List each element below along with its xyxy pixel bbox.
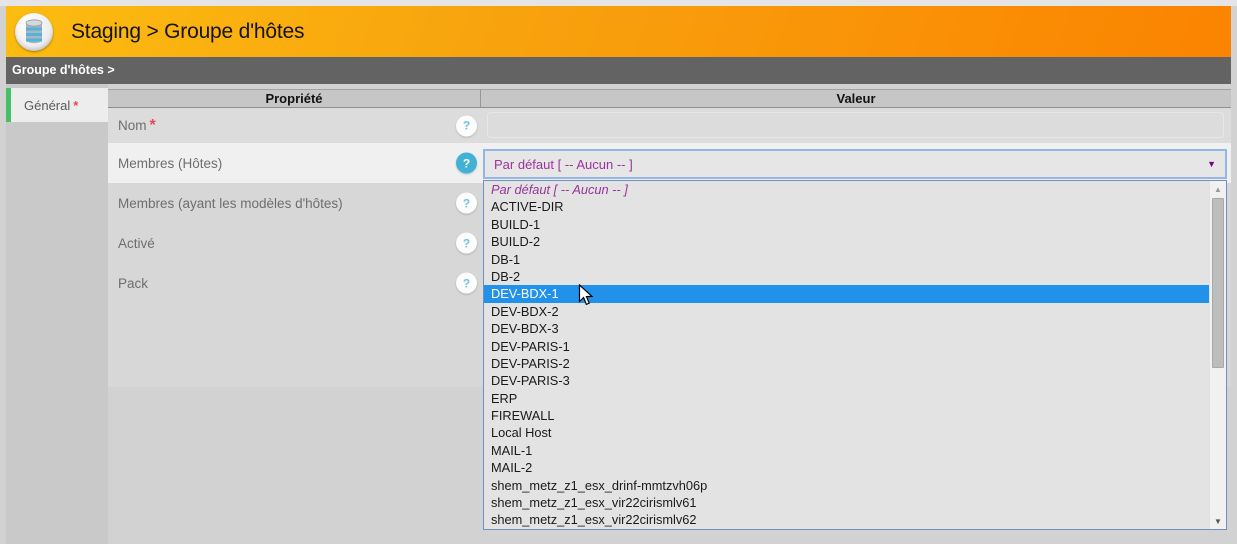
dropdown-option[interactable]: ACTIVE-DIR [484, 198, 1209, 215]
row-label-pack: Pack [118, 276, 148, 291]
scroll-up-icon[interactable]: ▲ [1210, 181, 1226, 197]
members-select-value: Par défaut [ -- Aucun -- ] [494, 157, 633, 172]
value-cell [481, 108, 1231, 143]
dropdown-scrollbar[interactable]: ▲ ▼ [1209, 181, 1226, 529]
tab-sidebar [6, 84, 108, 544]
dropdown-option[interactable]: shem_metz_z1_esx_vir22cirismlv62 [484, 511, 1209, 528]
breadcrumb[interactable]: Groupe d'hôtes > [6, 57, 1231, 84]
page-title: Staging > Groupe d'hôtes [71, 20, 304, 44]
row-label-active: Activé [118, 236, 155, 251]
property-cell: Membres (ayant les modèles d'hôtes) ? [108, 183, 481, 223]
tab-general[interactable]: Général * [6, 88, 108, 122]
dropdown-option[interactable]: DEV-BDX-1 [484, 285, 1209, 302]
row-label-membres-hotes: Membres (Hôtes) [118, 156, 222, 171]
required-marker: * [150, 117, 156, 135]
dropdown-arrow-icon[interactable]: ▼ [1207, 160, 1216, 169]
dropdown-option[interactable]: BUILD-1 [484, 216, 1209, 233]
dropdown-option[interactable]: shem_metz_z1_esx_vir22cirismlv61 [484, 494, 1209, 511]
table-header: Propriété Valeur [108, 89, 1231, 108]
scroll-down-icon[interactable]: ▼ [1210, 513, 1226, 529]
dropdown-option[interactable]: Par défaut [ -- Aucun -- ] [484, 181, 1209, 198]
dropdown-option[interactable]: DEV-BDX-3 [484, 320, 1209, 337]
property-cell: Membres (Hôtes) ? [108, 143, 481, 183]
app-header: Staging > Groupe d'hôtes [6, 6, 1231, 57]
property-cell: Nom * ? [108, 108, 481, 143]
table-row-nom: Nom * ? [108, 108, 1231, 143]
column-header-property: Propriété [108, 90, 481, 107]
tab-required-marker: * [73, 98, 78, 113]
dropdown-option[interactable]: DEV-PARIS-2 [484, 355, 1209, 372]
dropdown-option[interactable]: MAIL-1 [484, 442, 1209, 459]
dropdown-option[interactable]: ERP [484, 390, 1209, 407]
help-icon-nom[interactable]: ? [456, 115, 477, 136]
dropdown-option[interactable]: FIREWALL [484, 407, 1209, 424]
row-label-nom: Nom [118, 118, 147, 133]
help-icon-active[interactable]: ? [456, 233, 477, 254]
property-cell: Pack ? [108, 263, 481, 303]
dropdown-option[interactable]: DEV-PARIS-1 [484, 338, 1209, 355]
help-icon-pack[interactable]: ? [456, 273, 477, 294]
tab-general-label: Général [24, 98, 70, 113]
row-label-membres-modeles: Membres (ayant les modèles d'hôtes) [118, 196, 343, 211]
column-header-value: Valeur [481, 90, 1231, 107]
database-icon [24, 19, 44, 45]
property-cell: Activé ? [108, 223, 481, 263]
dropdown-option[interactable]: DEV-BDX-2 [484, 303, 1209, 320]
dropdown-option[interactable]: Local Host [484, 424, 1209, 441]
dropdown-option[interactable]: DB-2 [484, 268, 1209, 285]
name-input[interactable] [487, 112, 1224, 138]
dropdown-option[interactable]: BUILD-2 [484, 233, 1209, 250]
members-dropdown-list: Par défaut [ -- Aucun -- ]ACTIVE-DIRBUIL… [483, 180, 1227, 530]
members-select[interactable]: Par défaut [ -- Aucun -- ] ▼ [483, 149, 1227, 179]
database-logo [15, 13, 53, 51]
scrollbar-thumb[interactable] [1212, 198, 1224, 368]
dropdown-option[interactable]: DEV-PARIS-3 [484, 372, 1209, 389]
dropdown-option[interactable]: MAIL-2 [484, 459, 1209, 476]
dropdown-option[interactable]: DB-1 [484, 251, 1209, 268]
help-icon-membres-modeles[interactable]: ? [456, 193, 477, 214]
help-icon-membres-hotes[interactable]: ? [456, 153, 477, 174]
dropdown-option[interactable]: shem_metz_z1_esx_drinf-mmtzvh06p [484, 477, 1209, 494]
dropdown-options: Par défaut [ -- Aucun -- ]ACTIVE-DIRBUIL… [484, 181, 1209, 529]
